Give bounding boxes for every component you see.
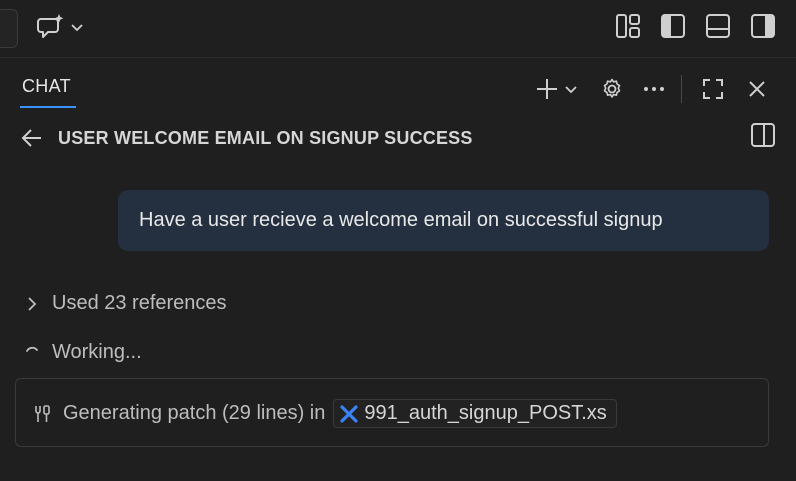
maximize-chat-button[interactable] — [696, 72, 730, 106]
maximize-icon — [703, 79, 723, 99]
toggle-sessions-panel-button[interactable] — [750, 122, 776, 153]
copilot-chat-icon — [37, 14, 64, 38]
x-file-icon — [340, 404, 358, 423]
session-title: USER WELCOME EMAIL ON SIGNUP SUCCESS — [58, 127, 473, 148]
close-chat-button[interactable] — [740, 72, 774, 106]
back-arrow-icon[interactable] — [20, 126, 44, 150]
chat-settings-button[interactable] — [595, 72, 629, 106]
working-label: Working... — [52, 341, 142, 363]
tab-active-indicator — [20, 106, 76, 108]
customize-layout-button[interactable] — [613, 11, 643, 41]
close-icon — [749, 81, 765, 97]
chevron-right-icon — [28, 296, 37, 311]
customize-layout-icon — [616, 14, 640, 38]
ellipsis-icon — [644, 87, 664, 91]
new-chat-button[interactable] — [533, 72, 561, 106]
tab-chat[interactable]: CHAT — [22, 76, 71, 108]
split-panel-icon — [751, 123, 775, 147]
working-status: Working... — [24, 341, 142, 364]
session-header: USER WELCOME EMAIL ON SIGNUP SUCCESS — [20, 120, 776, 156]
references-label: Used 23 references — [52, 292, 227, 314]
sidebar-right-icon — [751, 14, 775, 38]
more-actions-button[interactable] — [637, 72, 671, 106]
file-chip[interactable]: 991_auth_signup_POST.xs — [333, 399, 617, 428]
chat-window: CHAT USER WELCOME EMAIL ON SIGNUP SUCCES… — [0, 0, 796, 481]
chevron-down-icon — [565, 86, 577, 94]
toggle-secondary-sidebar-button[interactable] — [748, 11, 778, 41]
left-panel-edge[interactable] — [0, 9, 18, 48]
toggle-primary-sidebar-button[interactable] — [658, 11, 688, 41]
chevron-down-icon — [71, 24, 83, 32]
tool-progress-row: Generating patch (29 lines) in 991_auth_… — [32, 399, 617, 428]
layout-controls — [613, 11, 778, 41]
new-chat-dropdown[interactable] — [561, 72, 581, 106]
copilot-menu-button[interactable] — [36, 11, 94, 43]
progress-text: Generating patch (29 lines) in — [63, 402, 326, 424]
references-toggle[interactable]: Used 23 references — [24, 292, 227, 315]
toggle-panel-button[interactable] — [703, 11, 733, 41]
user-message: Have a user recieve a welcome email on s… — [118, 190, 769, 251]
plus-icon — [537, 79, 557, 99]
gear-icon — [603, 78, 621, 98]
sidebar-left-icon — [661, 14, 685, 38]
tool-progress-card: Generating patch (29 lines) in 991_auth_… — [15, 378, 769, 447]
file-name: 991_auth_signup_POST.xs — [364, 402, 607, 424]
tools-icon — [35, 404, 50, 422]
toolbar-separator — [681, 75, 682, 103]
title-bar — [0, 0, 796, 58]
spinner-icon — [26, 346, 38, 352]
user-message-text: Have a user recieve a welcome email on s… — [139, 209, 663, 231]
panel-bottom-icon — [706, 14, 730, 38]
chat-toolbar — [533, 72, 774, 106]
